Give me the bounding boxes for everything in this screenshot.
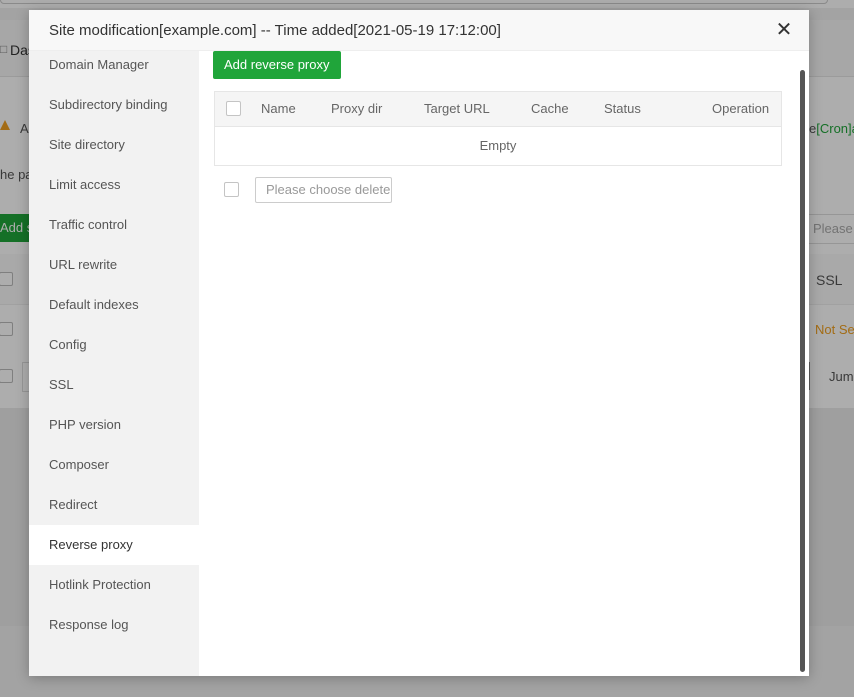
sidebar-item-subdirectory-binding[interactable]: Subdirectory binding — [29, 85, 199, 125]
sidebar-item-reverse-proxy[interactable]: Reverse proxy — [29, 525, 199, 565]
modal-title: Site modification[example.com] -- Time a… — [49, 22, 501, 39]
sidebar-item-domain-manager[interactable]: Domain Manager — [29, 45, 199, 85]
column-header-target-url: Target URL — [424, 101, 490, 116]
column-header-proxy-dir: Proxy dir — [331, 101, 383, 116]
sidebar-item-default-indexes[interactable]: Default indexes — [29, 285, 199, 325]
settings-sidebar: Domain Manager Subdirectory binding Site… — [29, 51, 199, 676]
sidebar-item-php-version[interactable]: PHP version — [29, 405, 199, 445]
sidebar-item-traffic-control[interactable]: Traffic control — [29, 205, 199, 245]
sidebar-item-site-directory[interactable]: Site directory — [29, 125, 199, 165]
sidebar-item-url-rewrite[interactable]: URL rewrite — [29, 245, 199, 285]
table-header: Name Proxy dir Target URL Cache Status O… — [215, 92, 781, 127]
close-icon[interactable]: ✕ — [775, 20, 793, 40]
sidebar-item-hotlink-protection[interactable]: Hotlink Protection — [29, 565, 199, 605]
add-reverse-proxy-button[interactable]: Add reverse proxy — [213, 51, 341, 79]
column-header-cache: Cache — [531, 101, 569, 116]
sidebar-item-ssl[interactable]: SSL — [29, 365, 199, 405]
column-header-name: Name — [261, 101, 296, 116]
column-header-status: Status — [604, 101, 641, 116]
modal-scrollbar[interactable] — [800, 70, 805, 672]
column-header-operation: Operation — [712, 101, 770, 116]
site-modification-modal: Site modification[example.com] -- Time a… — [29, 10, 809, 676]
reverse-proxy-table: Name Proxy dir Target URL Cache Status O… — [214, 91, 782, 166]
sidebar-item-redirect[interactable]: Redirect — [29, 485, 199, 525]
reverse-proxy-panel: Add reverse proxy Name Proxy dir Target … — [199, 51, 809, 676]
select-all-checkbox[interactable] — [226, 101, 241, 116]
sidebar-item-response-log[interactable]: Response log — [29, 605, 199, 645]
sidebar-item-limit-access[interactable]: Limit access — [29, 165, 199, 205]
table-empty-row: Empty — [479, 138, 517, 153]
batch-operation-select[interactable]: Please choose delete — [255, 177, 392, 203]
batch-select-checkbox[interactable] — [224, 182, 239, 197]
sidebar-item-config[interactable]: Config — [29, 325, 199, 365]
sidebar-item-composer[interactable]: Composer — [29, 445, 199, 485]
